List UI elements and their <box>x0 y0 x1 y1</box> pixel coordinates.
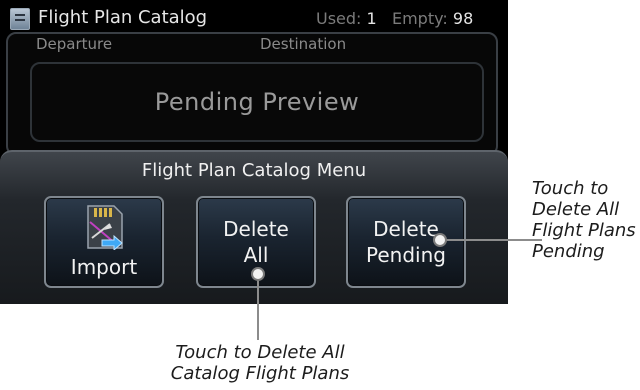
page-title: Flight Plan Catalog <box>38 7 208 28</box>
destination-column-header: Destination <box>260 35 347 53</box>
caption-line: Touch to <box>532 178 609 199</box>
departure-column-header: Departure <box>36 35 113 53</box>
bottom-callout-line <box>257 274 259 340</box>
caption-line: Touch to Delete All <box>175 342 345 363</box>
device-screen: Flight Plan Catalog Used: 1 Empty: 98 De… <box>0 0 508 304</box>
import-sd-card-icon <box>87 205 123 250</box>
flight-plan-preview-panel: Departure Destination Pending Preview <box>6 32 498 156</box>
title-bar: Flight Plan Catalog Used: 1 Empty: 98 <box>0 0 508 34</box>
caption-line: Catalog Flight Plans <box>170 363 350 384</box>
menu-title: Flight Plan Catalog Menu <box>141 160 367 181</box>
right-callout-dot <box>433 233 447 247</box>
catalog-usage: Used: 1 Empty: 98 <box>316 9 473 28</box>
delete-all-line-1: Delete <box>223 217 289 241</box>
delete-pending-line-2: Pending <box>366 243 446 267</box>
caption-line: Flight Plans <box>532 220 636 241</box>
empty-label: Empty: <box>391 9 448 28</box>
empty-count: 98 <box>452 9 474 28</box>
delete-all-line-2: All <box>243 243 269 267</box>
catalog-menu-popup: Flight Plan Catalog Menu Import Delete A… <box>0 150 508 304</box>
pending-preview-box[interactable]: Pending Preview <box>30 62 484 142</box>
delete-all-caption: Touch to Delete All Catalog Flight Plans <box>140 342 380 384</box>
bottom-callout-dot <box>251 267 265 281</box>
import-button[interactable]: Import <box>44 196 164 288</box>
caption-line: Delete All <box>532 199 620 220</box>
used-label: Used: <box>316 9 362 28</box>
caption-line: Pending <box>532 241 605 262</box>
pending-preview-label: Pending Preview <box>154 88 360 116</box>
delete-pending-caption: Touch to Delete All Flight Plans Pending <box>532 178 636 262</box>
used-count: 1 <box>366 9 377 28</box>
right-callout-line <box>444 239 542 241</box>
catalog-icon <box>10 8 30 30</box>
import-button-label: Import <box>70 255 138 279</box>
delete-pending-button[interactable]: Delete Pending <box>346 196 466 288</box>
